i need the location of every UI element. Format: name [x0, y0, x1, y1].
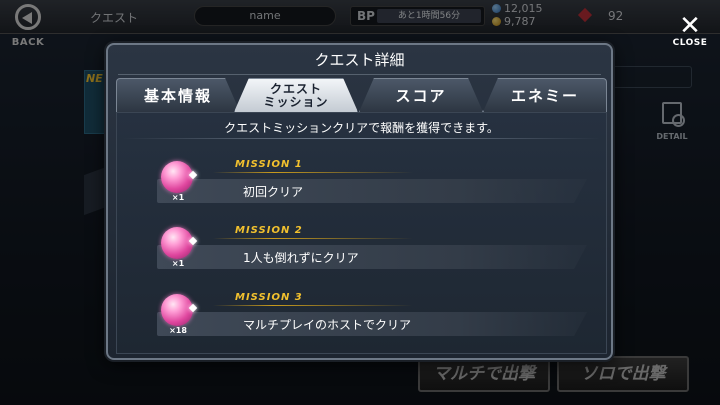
- tab-bar: 基本情報 クエスト ミッション スコア エネミー: [116, 78, 607, 112]
- modal-title: クエスト詳細: [314, 51, 405, 69]
- tab-enemy[interactable]: エネミー: [483, 78, 607, 112]
- tab-basic-info-label: 基本情報: [143, 87, 212, 105]
- close-x-icon: ✕: [679, 11, 701, 41]
- mission-heading-line: [213, 305, 413, 306]
- tab-score[interactable]: スコア: [359, 78, 483, 112]
- mission-item: MISSION 1 初回クリア ×1: [147, 155, 587, 211]
- mission-heading: MISSION 3: [235, 292, 303, 303]
- mission-bar: [157, 179, 587, 203]
- tab-score-label: スコア: [395, 87, 447, 105]
- tab-basic-info[interactable]: 基本情報: [116, 78, 240, 112]
- reward-quantity: ×1: [171, 259, 185, 268]
- reward-quantity: ×1: [171, 193, 185, 202]
- intro-divider: [123, 138, 600, 139]
- mission-heading-line: [213, 238, 413, 239]
- pink-gem-icon: [161, 227, 193, 259]
- tab-quest-mission[interactable]: クエスト ミッション: [234, 78, 358, 112]
- pink-gem-icon: [161, 294, 193, 326]
- reward-quantity: ×18: [169, 326, 187, 335]
- tab-quest-mission-label: クエスト ミッション: [263, 82, 329, 109]
- mission-heading-line: [213, 172, 413, 173]
- mission-description: マルチプレイのホストでクリア: [243, 318, 412, 332]
- mission-description: 初回クリア: [243, 185, 304, 199]
- pink-gem-icon: [161, 161, 193, 193]
- tab-enemy-label: エネミー: [510, 87, 579, 105]
- close-label: CLOSE: [672, 38, 708, 48]
- mission-heading: MISSION 1: [235, 159, 303, 170]
- mission-description: 1人も倒れずにクリア: [243, 251, 359, 265]
- quest-detail-modal: クエスト詳細 基本情報 クエスト ミッション スコア エネミー クエストミッション…: [106, 43, 613, 360]
- mission-intro-text: クエストミッションクリアで報酬を獲得できます。: [224, 121, 499, 135]
- mission-item: MISSION 2 1人も倒れずにクリア ×1: [147, 221, 587, 277]
- mission-heading: MISSION 2: [235, 225, 303, 236]
- mission-bar: [157, 245, 587, 269]
- close-button[interactable]: ✕ CLOSE: [668, 11, 712, 50]
- title-divider: [118, 74, 601, 75]
- mission-content-panel: クエストミッションクリアで報酬を獲得できます。 MISSION 1 初回クリア …: [116, 112, 607, 354]
- mission-item: MISSION 3 マルチプレイのホストでクリア ×18: [147, 288, 587, 344]
